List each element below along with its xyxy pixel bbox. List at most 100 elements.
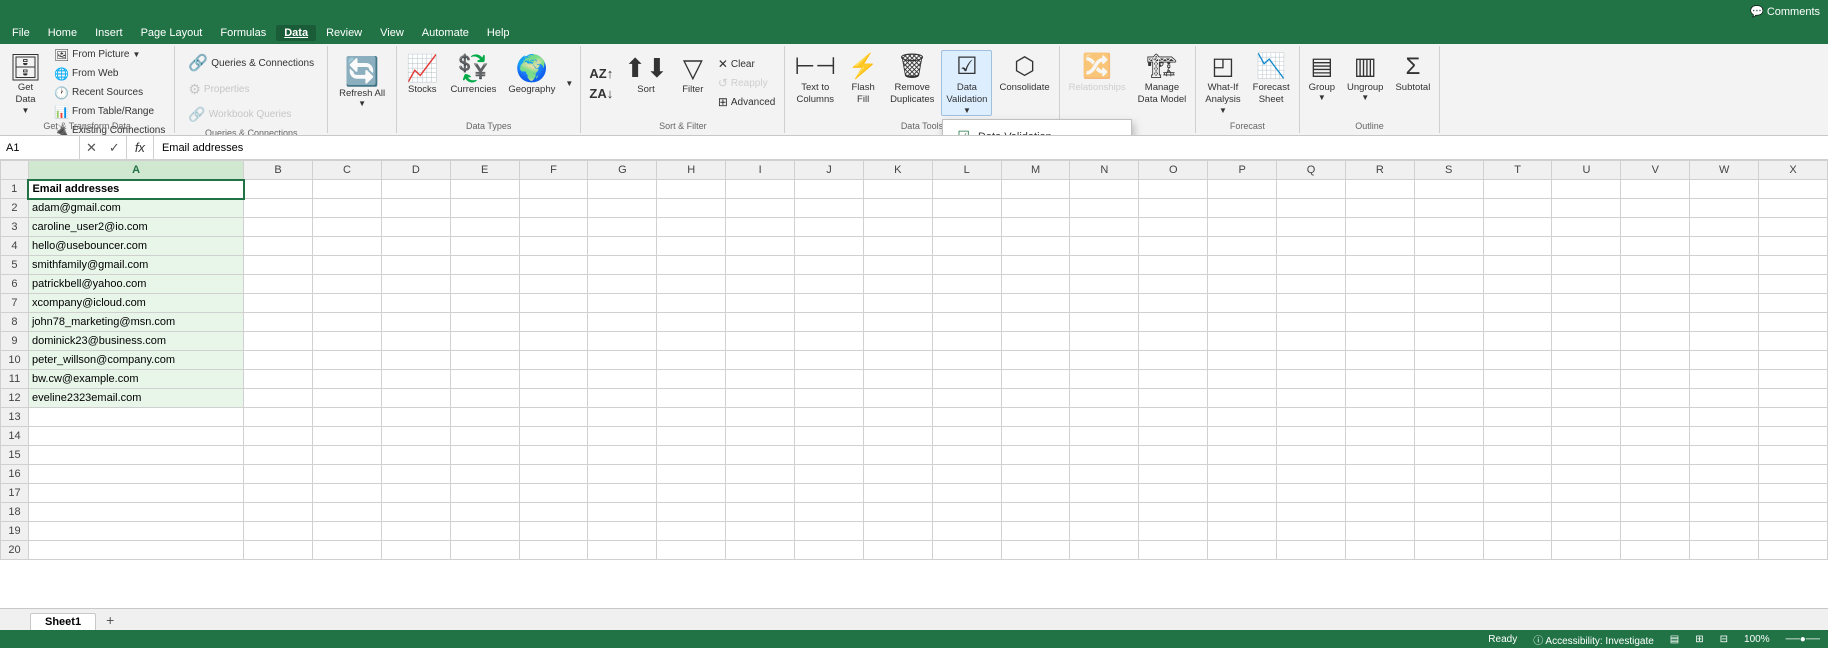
cell-3-19[interactable]	[381, 522, 450, 541]
col-header-o[interactable]: O	[1139, 161, 1208, 180]
cell-7-12[interactable]	[657, 389, 726, 408]
cell-21-13[interactable]	[1621, 408, 1690, 427]
cell-19-7[interactable]	[1483, 294, 1552, 313]
cell-21-17[interactable]	[1621, 484, 1690, 503]
cell-3-10[interactable]	[381, 351, 450, 370]
cell-23-6[interactable]	[1759, 275, 1828, 294]
cell-a4[interactable]: hello@usebouncer.com	[28, 237, 243, 256]
sort-button[interactable]: ⬆⬇ Sort	[619, 50, 673, 116]
sort-descending-button[interactable]: ZA↓	[585, 84, 617, 103]
cell-17-5[interactable]	[1345, 256, 1414, 275]
cell-1-13[interactable]	[244, 408, 313, 427]
cell-13-18[interactable]	[1070, 503, 1139, 522]
cell-8-15[interactable]	[726, 446, 795, 465]
stocks-button[interactable]: 📈 Stocks	[401, 50, 443, 116]
cell-17-19[interactable]	[1345, 522, 1414, 541]
cell-4-13[interactable]	[450, 408, 519, 427]
cell-10-16[interactable]	[863, 465, 932, 484]
cell-13-16[interactable]	[1070, 465, 1139, 484]
cell-13-12[interactable]	[1070, 389, 1139, 408]
cell-8-5[interactable]	[726, 256, 795, 275]
cell-11-3[interactable]	[932, 218, 1001, 237]
cell-12-14[interactable]	[1001, 427, 1070, 446]
cell-13-10[interactable]	[1070, 351, 1139, 370]
cell-7-17[interactable]	[657, 484, 726, 503]
cell-3-3[interactable]	[381, 218, 450, 237]
cell-a7[interactable]: xcompany@icloud.com	[28, 294, 243, 313]
cell-16-3[interactable]	[1277, 218, 1346, 237]
cell-13-6[interactable]	[1070, 275, 1139, 294]
cell-22-6[interactable]	[1690, 275, 1759, 294]
cell-4-19[interactable]	[450, 522, 519, 541]
cell-12-12[interactable]	[1001, 389, 1070, 408]
cell-20-17[interactable]	[1552, 484, 1621, 503]
cell-5-2[interactable]	[519, 199, 588, 218]
remove-duplicates-button[interactable]: 🗑 Remove Duplicates	[885, 50, 939, 116]
cell-11-16[interactable]	[932, 465, 1001, 484]
cell-18-10[interactable]	[1414, 351, 1483, 370]
cell-16-10[interactable]	[1277, 351, 1346, 370]
cell-6-20[interactable]	[588, 541, 657, 560]
cell-3-14[interactable]	[381, 427, 450, 446]
cell-4-11[interactable]	[450, 370, 519, 389]
cell-20-3[interactable]	[1552, 218, 1621, 237]
cell-9-18[interactable]	[795, 503, 864, 522]
cell-16-15[interactable]	[1277, 446, 1346, 465]
cell-17-18[interactable]	[1345, 503, 1414, 522]
cell-16-19[interactable]	[1277, 522, 1346, 541]
cell-19-2[interactable]	[1483, 199, 1552, 218]
cell-23-20[interactable]	[1759, 541, 1828, 560]
cell-23-1[interactable]	[1759, 180, 1828, 199]
cell-22-4[interactable]	[1690, 237, 1759, 256]
cell-7-14[interactable]	[657, 427, 726, 446]
cell-11-20[interactable]	[932, 541, 1001, 560]
cell-1-8[interactable]	[244, 313, 313, 332]
cell-8-3[interactable]	[726, 218, 795, 237]
cell-23-5[interactable]	[1759, 256, 1828, 275]
cell-12-19[interactable]	[1001, 522, 1070, 541]
refresh-all-button[interactable]: 🔄 Refresh All ▼	[332, 52, 392, 118]
cell-10-17[interactable]	[863, 484, 932, 503]
cell-20-1[interactable]	[1552, 180, 1621, 199]
cell-8-20[interactable]	[726, 541, 795, 560]
cell-7-13[interactable]	[657, 408, 726, 427]
cell-22-14[interactable]	[1690, 427, 1759, 446]
col-header-l[interactable]: L	[932, 161, 1001, 180]
cell-10-4[interactable]	[863, 237, 932, 256]
cell-11-8[interactable]	[932, 313, 1001, 332]
cell-14-11[interactable]	[1139, 370, 1208, 389]
manage-data-model-button[interactable]: 🏗 Manage Data Model	[1133, 50, 1192, 116]
cell-4-18[interactable]	[450, 503, 519, 522]
cell-16-11[interactable]	[1277, 370, 1346, 389]
cell-9-20[interactable]	[795, 541, 864, 560]
cell-15-1[interactable]	[1208, 180, 1277, 199]
cell-8-2[interactable]	[726, 199, 795, 218]
cell-1-11[interactable]	[244, 370, 313, 389]
cell-3-6[interactable]	[381, 275, 450, 294]
cell-13-3[interactable]	[1070, 218, 1139, 237]
cell-6-13[interactable]	[588, 408, 657, 427]
col-header-t[interactable]: T	[1483, 161, 1552, 180]
data-validation-option[interactable]: ☑ Data Validation...	[943, 123, 1131, 136]
cell-21-20[interactable]	[1621, 541, 1690, 560]
cell-14-20[interactable]	[1139, 541, 1208, 560]
cell-15-12[interactable]	[1208, 389, 1277, 408]
workbook-queries-button[interactable]: 🔗 Workbook Queries	[183, 103, 319, 126]
cell-9-10[interactable]	[795, 351, 864, 370]
cell-a16[interactable]	[28, 465, 243, 484]
cell-21-19[interactable]	[1621, 522, 1690, 541]
cell-5-3[interactable]	[519, 218, 588, 237]
cell-15-10[interactable]	[1208, 351, 1277, 370]
cell-12-5[interactable]	[1001, 256, 1070, 275]
cell-16-6[interactable]	[1277, 275, 1346, 294]
cell-a17[interactable]	[28, 484, 243, 503]
cell-10-6[interactable]	[863, 275, 932, 294]
cell-13-7[interactable]	[1070, 294, 1139, 313]
col-header-b[interactable]: B	[244, 161, 313, 180]
cell-11-10[interactable]	[932, 351, 1001, 370]
cell-16-4[interactable]	[1277, 237, 1346, 256]
cell-8-18[interactable]	[726, 503, 795, 522]
cell-6-4[interactable]	[588, 237, 657, 256]
cell-14-6[interactable]	[1139, 275, 1208, 294]
cell-6-1[interactable]	[588, 180, 657, 199]
